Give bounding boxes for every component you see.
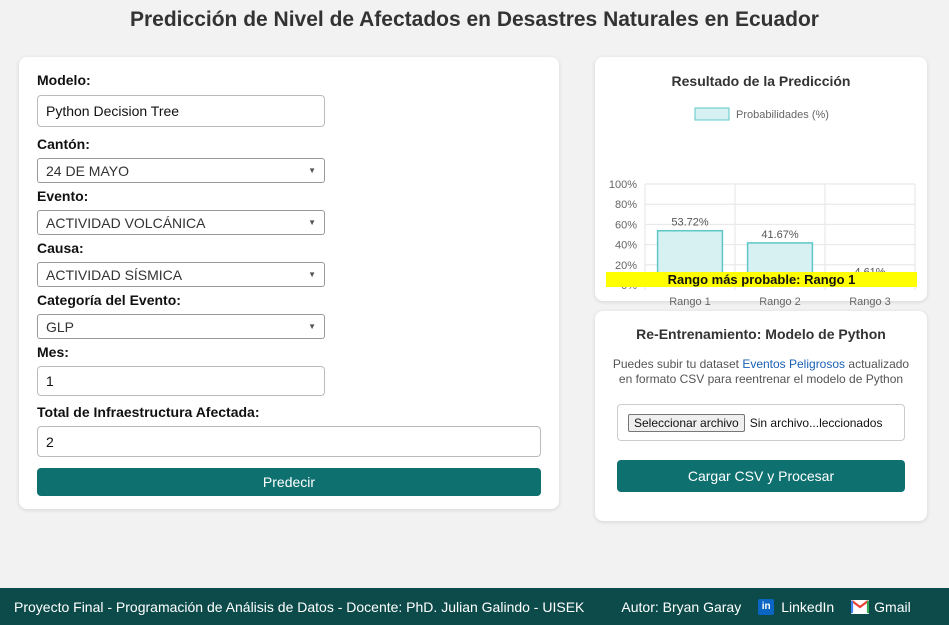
x-tick-label: Rango 2 [759, 296, 801, 308]
canton-select-value: 24 DE MAYO [46, 162, 129, 179]
x-tick-label: Rango 1 [669, 296, 711, 308]
predict-button[interactable]: Predecir [37, 468, 541, 496]
categoria-label: Categoría del Evento: [37, 292, 181, 308]
retrain-title: Re-Entrenamiento: Modelo de Python [636, 326, 886, 342]
probability-chart: 0%20%40%60%80%100%Probabilidades (%)53.7… [609, 107, 916, 308]
footer-credit: Proyecto Final - Programación de Análisi… [14, 598, 585, 615]
legend-swatch [694, 107, 730, 121]
linkedin-label: LinkedIn [781, 598, 835, 615]
footer-right: Autor: Bryan Garay in LinkedIn Gmail [621, 598, 911, 615]
bar-data-label: 53.72% [671, 217, 709, 229]
chevron-down-icon: ▼ [308, 270, 316, 279]
page-title: Predicción de Nivel de Afectados en Desa… [130, 8, 819, 31]
chevron-down-icon: ▼ [308, 166, 316, 175]
canton-label: Cantón: [37, 136, 90, 152]
file-status: Sin archivo...leccionados [749, 415, 883, 430]
categoria-select-value: GLP [46, 318, 75, 335]
infra-label: Total de Infraestructura Afectada: [37, 404, 260, 420]
result-card: Resultado de la Predicción 0%20%40%60%80… [595, 57, 927, 308]
dataset-link[interactable]: Eventos Peligrosos [742, 357, 845, 371]
chevron-down-icon: ▼ [308, 218, 316, 227]
bar-data-label: 41.67% [761, 229, 799, 241]
categoria-select[interactable]: GLP ▼ [37, 314, 325, 339]
linkedin-link[interactable]: in LinkedIn [758, 598, 835, 615]
x-tick-label: Rango 3 [849, 296, 891, 308]
gmail-icon [851, 599, 870, 614]
retrain-description: Puedes subir tu dataset Eventos Peligros… [605, 357, 917, 387]
causa-select-value: ACTIVIDAD SÍSMICA [46, 266, 183, 283]
most-probable-banner: Rango más probable: Rango 1 [606, 272, 917, 287]
gmail-link[interactable]: Gmail [851, 599, 911, 615]
y-tick-label: 100% [609, 179, 637, 191]
y-tick-label: 80% [615, 199, 637, 211]
prediction-form-card: Modelo: Python Decision Tree Cantón: 24 … [19, 57, 559, 509]
linkedin-icon: in [758, 598, 775, 615]
causa-select[interactable]: ACTIVIDAD SÍSMICA ▼ [37, 262, 325, 287]
retrain-card: Re-Entrenamiento: Modelo de Python Puede… [595, 311, 927, 521]
y-tick-label: 40% [615, 240, 637, 252]
evento-select[interactable]: ACTIVIDAD VOLCÁNICA ▼ [37, 210, 325, 235]
evento-label: Evento: [37, 188, 89, 204]
causa-label: Causa: [37, 240, 84, 256]
result-title: Resultado de la Predicción [671, 73, 851, 89]
y-tick-label: 60% [615, 219, 637, 231]
gmail-label: Gmail [874, 598, 911, 615]
modelo-label: Modelo: [37, 72, 91, 88]
evento-select-value: ACTIVIDAD VOLCÁNICA [46, 214, 206, 231]
choose-file-button[interactable]: Seleccionar archivo [628, 413, 745, 432]
mes-label: Mes: [37, 344, 69, 360]
infra-field[interactable]: 2 [37, 426, 541, 457]
upload-csv-button[interactable]: Cargar CSV y Procesar [617, 460, 905, 492]
footer: Proyecto Final - Programación de Análisi… [0, 588, 949, 625]
retrain-desc-prefix: Puedes subir tu dataset [612, 357, 739, 371]
modelo-field[interactable]: Python Decision Tree [37, 95, 325, 127]
y-tick-label: 20% [615, 260, 637, 272]
file-input[interactable]: Seleccionar archivo Sin archivo...leccio… [617, 404, 905, 441]
legend-label: Probabilidades (%) [736, 109, 829, 121]
chevron-down-icon: ▼ [308, 322, 316, 331]
mes-field[interactable]: 1 [37, 366, 325, 396]
footer-author: Autor: Bryan Garay [621, 598, 742, 615]
canton-select[interactable]: 24 DE MAYO ▼ [37, 158, 325, 183]
